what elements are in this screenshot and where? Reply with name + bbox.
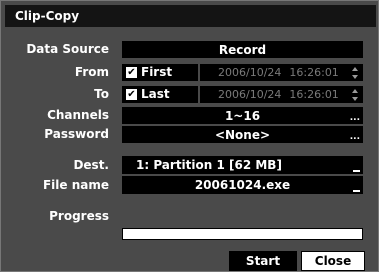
file-name-label: File name [42,178,109,192]
from-datetime-field[interactable]: 2006/10/24 16:26:01 [200,64,363,81]
from-label: From [74,65,109,79]
spin-arrows-icon[interactable] [352,67,358,79]
from-first-label: First [141,65,173,79]
spin-arrows-icon[interactable] [352,89,358,101]
channels-label: Channels [47,108,109,122]
dest-label: Dest. [73,158,109,172]
file-name-field[interactable]: 20061024.exe [122,176,363,194]
password-field[interactable]: <None> ... [122,126,363,143]
from-time: 16:26:01 [289,66,339,79]
data-source-field[interactable]: Record [122,41,363,58]
dialog-title: Clip-Copy [15,9,80,23]
from-date: 2006/10/24 [218,66,282,79]
start-button[interactable]: Start [229,251,297,271]
to-label: To [94,87,109,101]
data-source-label: Data Source [26,42,109,56]
dropdown-arrow-icon [353,170,360,172]
channels-field[interactable]: 1~16 ... [122,107,363,124]
dialog-titlebar: Clip-Copy [5,5,376,27]
dest-value: 1: Partition 1 [62 MB] [136,158,282,172]
to-date: 2006/10/24 [218,88,282,101]
to-last-label: Last [141,87,170,101]
progress-label: Progress [49,209,109,223]
data-source-value: Record [218,42,267,57]
from-first-toggle[interactable]: ✔ First [122,64,198,81]
more-ellipsis-icon: ... [349,132,360,142]
password-label: Password [44,127,109,141]
checkmark-icon[interactable]: ✔ [126,67,137,78]
to-last-toggle[interactable]: ✔ Last [122,86,198,103]
password-value: <None> [214,127,271,142]
edit-cursor-icon [353,190,360,192]
channels-value: 1~16 [224,108,261,123]
to-time: 16:26:01 [289,88,339,101]
progress-bar [122,228,363,240]
checkmark-icon[interactable]: ✔ [126,89,137,100]
clip-copy-dialog: Clip-Copy Data Source Record From ✔ Firs… [0,0,379,272]
file-name-value: 20061024.exe [194,178,291,192]
close-button[interactable]: Close [301,251,365,271]
more-ellipsis-icon: ... [349,113,360,123]
to-datetime-field[interactable]: 2006/10/24 16:26:01 [200,86,363,103]
dest-dropdown[interactable]: 1: Partition 1 [62 MB] [122,156,363,174]
